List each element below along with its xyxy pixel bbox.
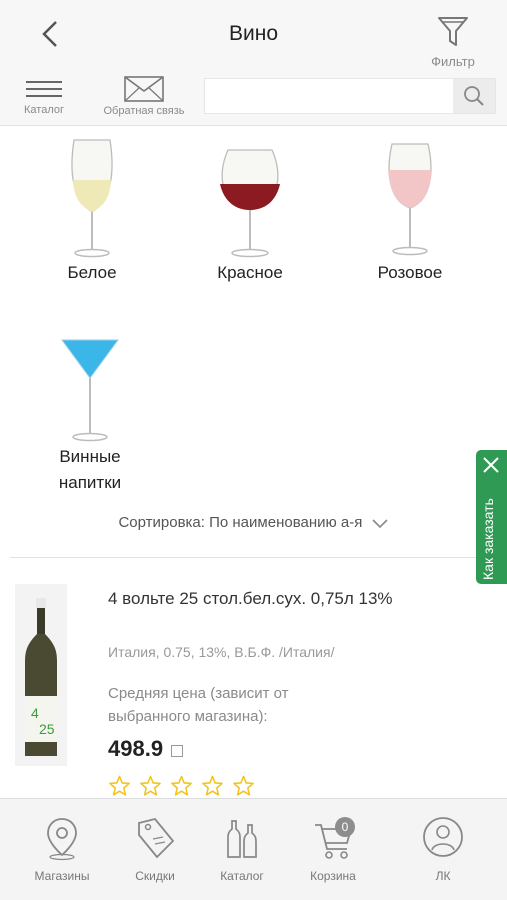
chevron-down-icon [371,519,388,529]
header: Вино Фильтр [0,0,507,70]
search-button[interactable] [453,79,495,113]
svg-text:25: 25 [39,721,55,737]
star-icon[interactable] [201,775,224,797]
category-red-wine[interactable]: Красное [200,136,300,286]
nav-stores[interactable]: Магазины [22,815,102,883]
nav-stores-label: Магазины [34,869,90,883]
filter-label: Фильтр [431,54,475,69]
cart-count-badge: 0 [335,817,355,837]
star-icon[interactable] [232,775,255,797]
cocktail-glass-icon [61,339,119,442]
user-account-icon [423,817,463,857]
nav-discounts-label: Скидки [135,869,175,883]
star-icon[interactable] [108,775,131,797]
category-label: Винные напитки [58,447,122,492]
how-to-order-tab[interactable]: Как заказать [476,450,507,584]
nav-account-label: ЛК [435,869,451,883]
product-price: 498.9 [108,736,164,761]
filter-button[interactable]: Фильтр [423,14,483,70]
rose-wine-glass-icon [388,143,432,256]
bottom-navigation: Магазины Скидки Каталог 0 Корзина ЛК [0,798,507,900]
rating-stars[interactable] [108,775,255,797]
nav-account[interactable]: ЛК [403,815,483,883]
currency-icon [171,745,184,757]
category-label: Белое [67,263,117,282]
svg-text:4: 4 [31,705,39,721]
wine-bottle-image: 4 25 [15,584,67,766]
red-wine-glass-icon [220,149,280,258]
category-label: Красное [217,263,283,282]
feedback-button[interactable]: Обратная связь [96,72,192,117]
envelope-icon [124,76,164,102]
sort-label: Сортировка: По наименованию а-я [118,514,363,531]
star-icon[interactable] [170,775,193,797]
catalog-menu-button[interactable]: Каталог [18,72,70,116]
category-rose-wine[interactable]: Розовое [360,136,460,286]
nav-cart[interactable]: 0 Корзина [293,815,373,883]
map-pin-icon [47,818,77,861]
hamburger-menu-icon [26,81,62,97]
nav-catalog-label: Каталог [220,869,264,883]
search-input[interactable] [205,79,455,113]
bottles-icon [227,820,257,858]
price-tag-icon [138,817,175,859]
feedback-label: Обратная связь [103,105,185,117]
nav-cart-label: Корзина [310,869,356,883]
price-row: 498.9 [108,736,184,762]
category-wine-drinks[interactable]: Винные напитки [40,332,140,496]
search-box [204,78,496,114]
nav-catalog[interactable]: Каталог [202,815,282,883]
price-note: Средняя цена (зависит от выбранного мага… [108,685,289,725]
search-icon [464,86,484,106]
how-to-order-label: Как заказать [480,498,496,580]
toolbar: Каталог Обратная связь [0,70,507,126]
filter-icon [438,17,468,46]
sort-selector[interactable]: Сортировка: По наименованию а-я [0,514,507,531]
catalog-menu-label: Каталог [24,104,64,116]
product-image[interactable]: 4 25 [15,584,67,766]
category-label: Розовое [377,263,443,282]
nav-discounts[interactable]: Скидки [115,815,195,883]
star-icon[interactable] [139,775,162,797]
divider [10,557,497,558]
category-white-wine[interactable]: Белое [42,136,142,286]
product-meta: Италия, 0.75, 13%, В.Б.Ф. /Италия/ [108,644,335,660]
product-name[interactable]: 4 вольте 25 стол.бел.сух. 0,75л 13% [108,586,408,611]
close-icon[interactable] [482,456,500,474]
white-wine-glass-icon [71,139,113,258]
